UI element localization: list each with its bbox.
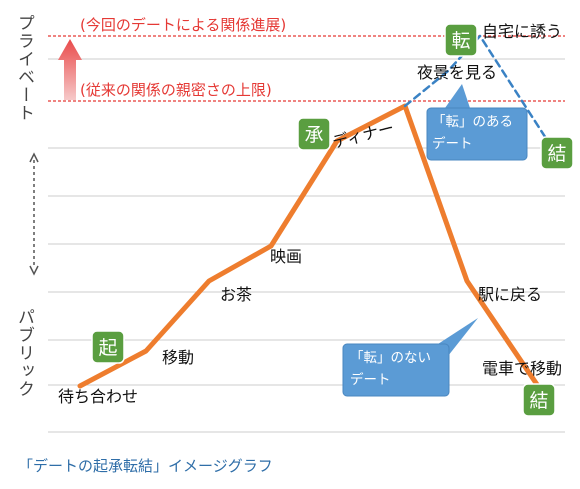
point-label-0-2: お茶 (220, 285, 252, 304)
point-label-1-2: 自宅に誘う (482, 22, 562, 41)
point-label-0-7: 電車で移動 (482, 359, 562, 378)
callout-text-1-1: デート (350, 371, 391, 388)
stage-badge-text-4: 結 (529, 390, 548, 412)
callout-tail-0 (445, 84, 470, 108)
point-label-0-1: 移動 (162, 348, 194, 367)
point-label-0-3: 映画 (270, 247, 302, 266)
y-label-private: プライベート (14, 14, 34, 122)
callout-text-0-1: デート (432, 135, 473, 152)
chart-canvas: (今回のデートによる関係進展) (従来の関係の親密さの上限) プライベート パブ… (14, 14, 574, 433)
point-labels: 待ち合わせ 移動 お茶映画 ディナー駅に戻る電車で移動 夜景を見る 自宅に誘う (58, 22, 562, 406)
point-label-0-6: 駅に戻る (478, 285, 542, 304)
callout-text-1-0: 「転」のない (350, 350, 431, 366)
ref-label-new: (今回のデートによる関係進展) (80, 16, 286, 34)
callout-text-0-0: 「転」のある (432, 114, 513, 130)
stage-badge-text-3: 結 (547, 143, 566, 165)
y-label-public: パブリック (14, 308, 34, 398)
stage-badge-text-0: 起 (98, 337, 117, 359)
stage-badge-text-1: 承 (304, 124, 323, 146)
point-label-0-0: 待ち合わせ (58, 387, 138, 406)
point-label-0-4: ディナー (330, 118, 396, 152)
growth-arrow-icon (58, 39, 82, 100)
stage-badge-text-2: 転 (451, 30, 470, 52)
ref-label-old: (従来の関係の親密さの上限) (80, 81, 272, 99)
point-label-1-1: 夜景を見る (417, 63, 497, 82)
y-axis-arrow-down-icon (29, 265, 39, 276)
chart-caption: 「デートの起承転結」イメージグラフ (18, 457, 273, 475)
